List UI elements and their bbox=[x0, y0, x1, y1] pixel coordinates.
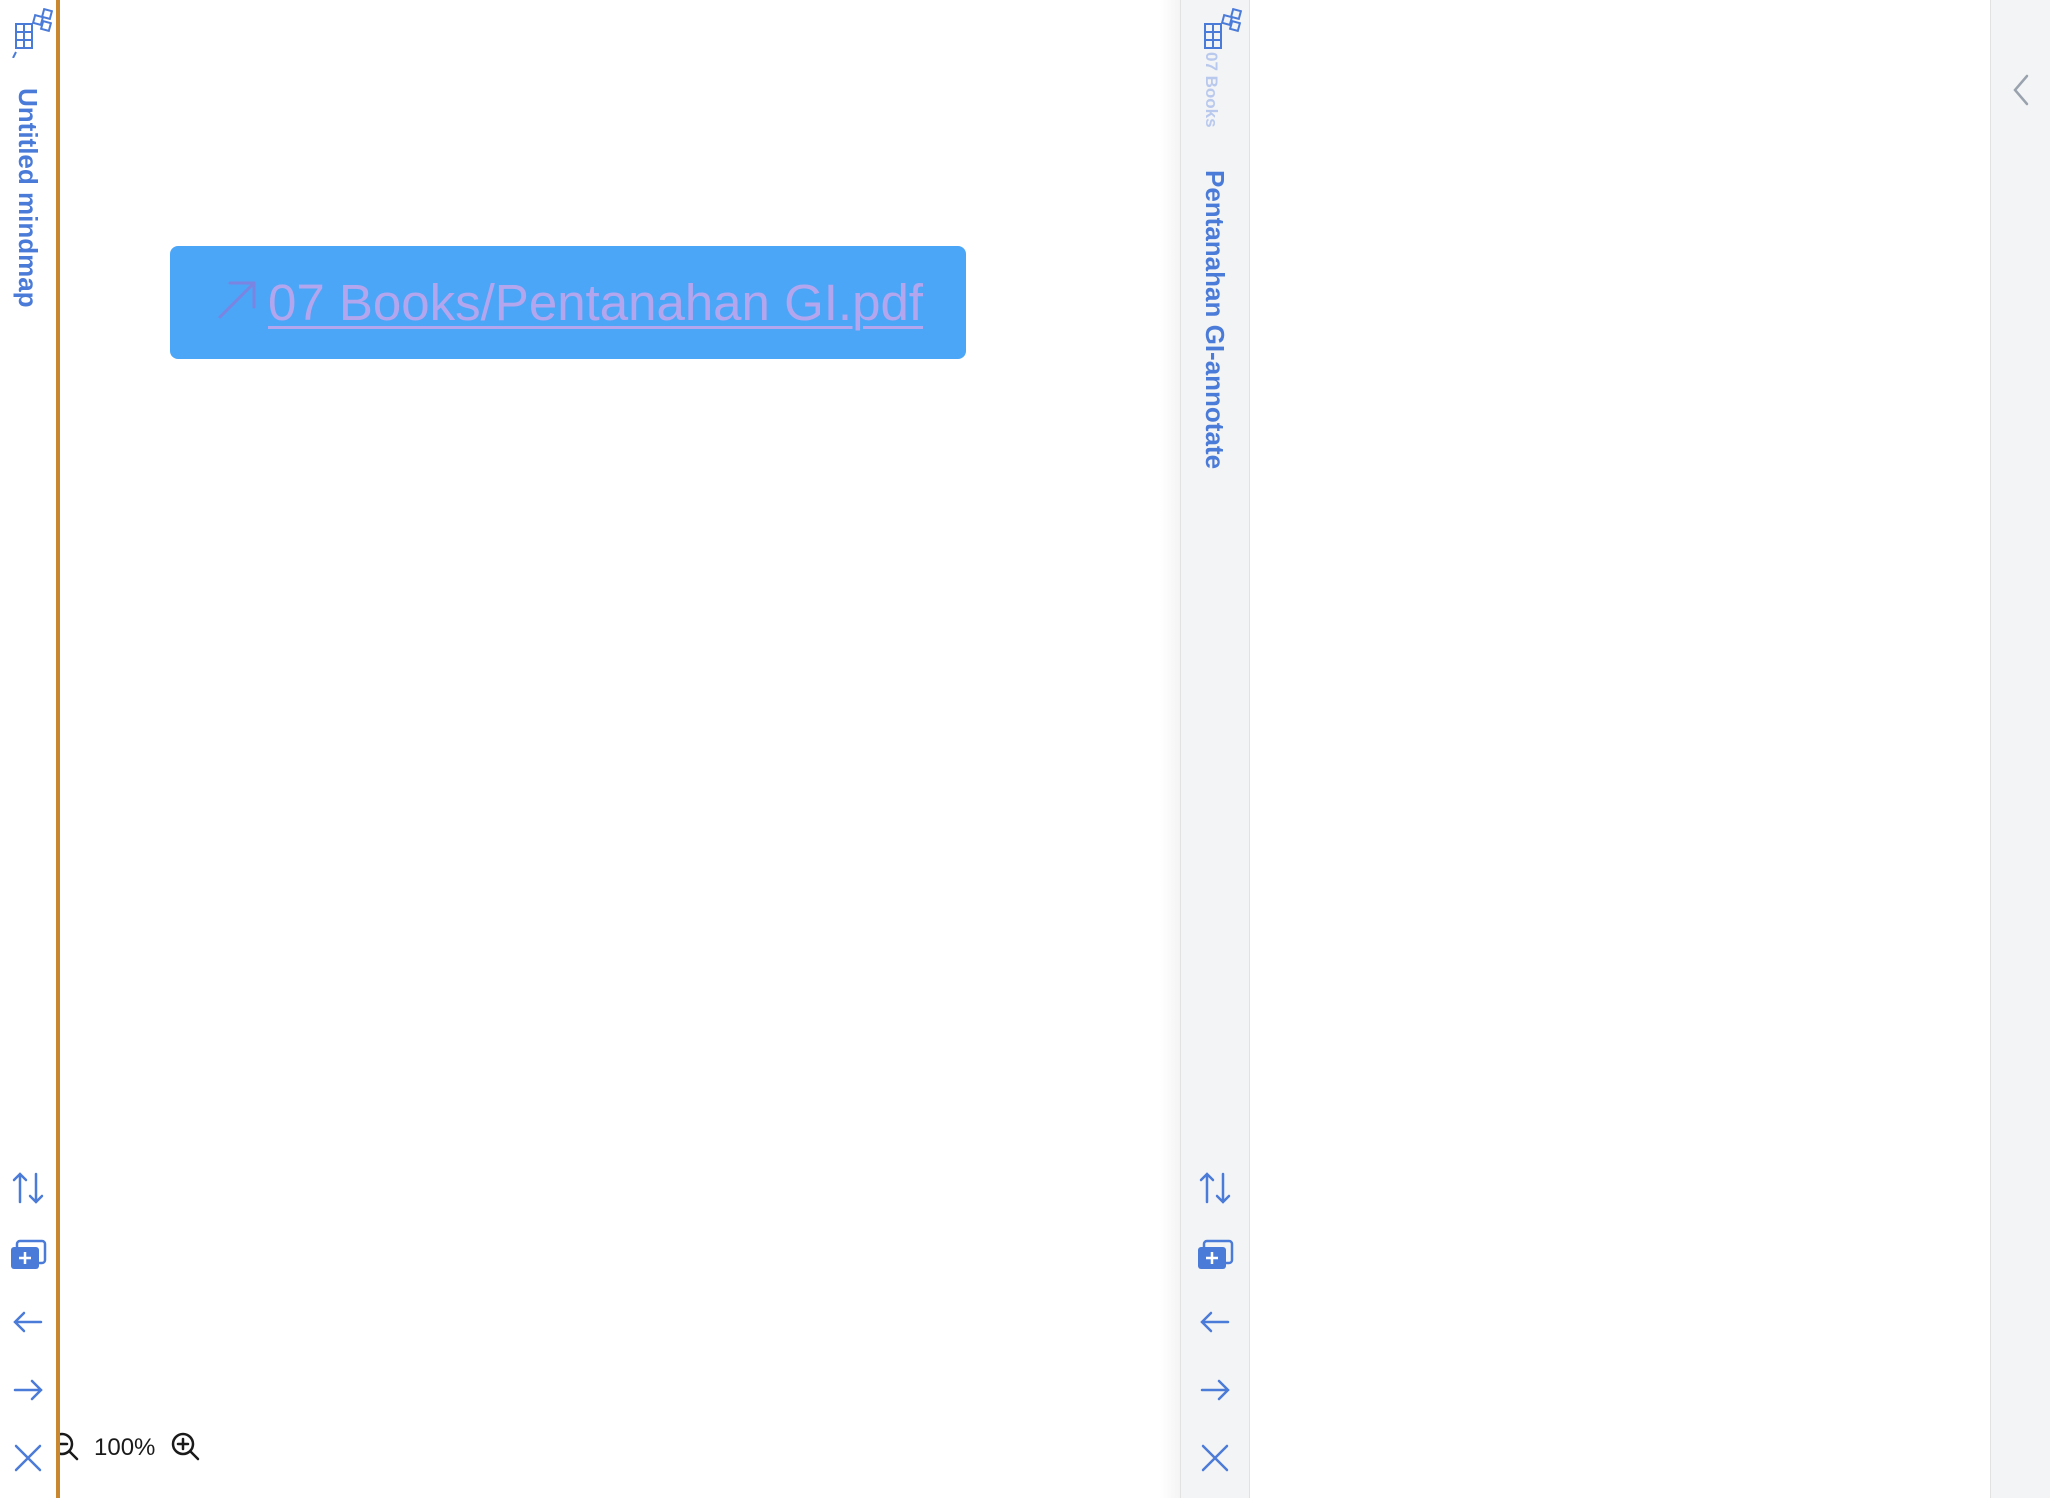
zoom-controls: 100% bbox=[60, 1430, 201, 1466]
arrow-right-icon[interactable] bbox=[1195, 1370, 1235, 1410]
swap-vertical-icon[interactable] bbox=[8, 1168, 48, 1208]
node-file-link[interactable]: 07 Books/Pentanahan GI.pdf bbox=[268, 273, 923, 332]
mindmap-icon[interactable] bbox=[10, 7, 54, 63]
annotate-pane-content[interactable] bbox=[1250, 0, 1990, 1498]
zoom-in-icon[interactable] bbox=[169, 1430, 201, 1467]
new-tab-icon[interactable] bbox=[1195, 1236, 1235, 1276]
tab-title-pentanahan-gi-annotate[interactable]: Pentanahan GI-annotate bbox=[1199, 170, 1230, 469]
swap-vertical-icon[interactable] bbox=[1195, 1168, 1235, 1208]
tab-title-untitled-mindmap[interactable]: Untitled mindmap bbox=[12, 88, 43, 308]
new-tab-icon[interactable] bbox=[8, 1236, 48, 1276]
app-window: Untitled mindmap 07 Books/Pentanahan GI.… bbox=[0, 0, 2050, 1498]
mindmap-canvas[interactable] bbox=[60, 0, 1240, 1498]
right-sidebar-collapsed bbox=[1990, 0, 2050, 1498]
mindmap-icon[interactable] bbox=[1199, 7, 1243, 57]
zoom-out-icon[interactable] bbox=[60, 1430, 80, 1467]
external-link-arrow-icon bbox=[214, 277, 260, 328]
mindmap-node[interactable]: 07 Books/Pentanahan GI.pdf bbox=[170, 246, 966, 359]
arrow-left-icon[interactable] bbox=[1195, 1302, 1235, 1342]
close-icon[interactable] bbox=[8, 1438, 48, 1478]
right-tab-strip: 07 Books Pentanahan GI-annotate bbox=[1180, 0, 1250, 1498]
arrow-left-icon[interactable] bbox=[8, 1302, 48, 1342]
zoom-level: 100% bbox=[94, 1434, 156, 1461]
left-tab-strip: Untitled mindmap bbox=[0, 0, 60, 1498]
tab-folder-label: 07 Books bbox=[1202, 52, 1221, 128]
arrow-right-icon[interactable] bbox=[8, 1370, 48, 1410]
chevron-left-icon[interactable] bbox=[2001, 70, 2041, 110]
close-icon[interactable] bbox=[1195, 1438, 1235, 1478]
